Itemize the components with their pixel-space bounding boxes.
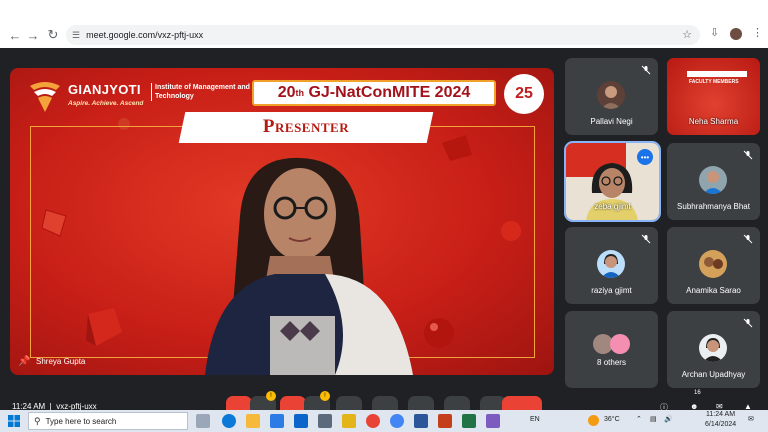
weather-icon[interactable] <box>588 415 599 426</box>
avatar <box>597 250 625 278</box>
menu-dots-icon[interactable]: ⋮ <box>752 26 763 39</box>
participant-tile[interactable]: Archan Upadhyay <box>667 311 760 388</box>
raise-hand-button[interactable] <box>444 396 470 410</box>
participant-name: Subhrahmanya Bhat <box>677 202 750 211</box>
anniversary-badge: 25 <box>504 74 544 114</box>
participant-name: Neha Sharma <box>688 117 739 126</box>
participant-tile[interactable]: Pallavi Negi <box>565 58 658 135</box>
temperature: 36°C <box>604 416 620 423</box>
meet-stage: GIANJYOTI Aspire. Achieve. Ascend Instit… <box>0 48 768 400</box>
browser-toolbar: ← → ↻ ☰ meet.google.com/vxz-pftj-uxx ☆ ⇩… <box>0 22 768 48</box>
institute-name: Institute of Management and Technology <box>151 83 261 101</box>
others-count: 8 others <box>597 358 626 367</box>
conference-ordinal: th <box>295 88 305 98</box>
presenter-label: Presenter <box>262 116 350 137</box>
avatar <box>699 250 727 278</box>
presenter-name: Shreya Gupta <box>36 357 86 366</box>
bookmark-star-icon[interactable]: ☆ <box>682 28 692 41</box>
sticky-notes-icon[interactable] <box>342 414 356 428</box>
file-explorer-icon[interactable] <box>246 414 260 428</box>
alert-badge: ! <box>266 391 276 401</box>
participant-tile[interactable]: Anamika Sarao <box>667 227 760 304</box>
participant-tile[interactable]: raziya gjimt <box>565 227 658 304</box>
more-options-icon[interactable]: ••• <box>637 149 653 165</box>
word-icon[interactable] <box>414 414 428 428</box>
thumbnail-header <box>687 71 747 77</box>
presenter-video <box>205 157 413 375</box>
reload-icon[interactable]: ↻ <box>42 24 64 46</box>
logo-tagline: Aspire. Achieve. Ascend <box>68 100 144 107</box>
powerpoint-icon[interactable] <box>438 414 452 428</box>
store-icon[interactable] <box>270 414 284 428</box>
mic-off-icon <box>743 318 753 328</box>
alert-badge: ! <box>320 391 330 401</box>
clock-time[interactable]: 11:24 AM <box>706 411 735 418</box>
participant-name: raziya gjimt <box>591 286 632 295</box>
profile-avatar[interactable] <box>730 28 742 40</box>
mic-off-icon <box>641 234 651 244</box>
chrome-icon[interactable] <box>366 414 380 428</box>
address-bar[interactable]: ☰ meet.google.com/vxz-pftj-uxx ☆ <box>66 25 700 45</box>
calculator-icon[interactable] <box>318 414 332 428</box>
notification-icon[interactable]: ✉ <box>748 415 754 423</box>
participant-name: Archan Upadhyay <box>681 370 746 379</box>
download-icon[interactable]: ⇩ <box>710 26 719 39</box>
volume-icon[interactable]: 🔊 <box>664 415 673 423</box>
mic-off-icon <box>743 234 753 244</box>
participant-name: Anamika Sarao <box>686 286 741 295</box>
tray-chevron-up-icon[interactable]: ⌃ <box>636 415 642 423</box>
gianjyoti-logo-icon <box>30 82 60 112</box>
search-icon: ⚲ <box>34 415 41 426</box>
participant-name: zeba gjimt <box>594 202 631 211</box>
chrome-active-icon[interactable] <box>390 414 404 428</box>
conference-number: 20 <box>277 84 296 101</box>
windows-taskbar: ⚲ Type here to search EN 36°C ⌃ ▤ 🔊 11:2… <box>0 410 768 432</box>
pin-icon[interactable]: 📌 <box>18 356 30 367</box>
participant-tile[interactable]: Subhrahmanya Bhat <box>667 143 760 220</box>
mail-icon[interactable] <box>294 414 308 428</box>
avatar <box>610 334 630 354</box>
participant-tile-speaking[interactable]: ••• zeba gjimt <box>564 141 661 222</box>
logo-name: GIANJYOTI <box>68 82 141 97</box>
mic-off-icon <box>743 150 753 160</box>
edge-icon[interactable] <box>222 414 236 428</box>
people-count: 16 <box>694 390 701 396</box>
app-icon[interactable] <box>486 414 500 428</box>
leave-call-button[interactable] <box>502 396 542 410</box>
windows-start-icon[interactable] <box>8 415 20 427</box>
mic-toggle-button[interactable] <box>226 396 252 410</box>
search-placeholder: Type here to search <box>45 416 117 426</box>
reactions-button[interactable] <box>372 396 398 410</box>
others-tile[interactable]: 8 others <box>565 311 658 388</box>
camera-toggle-button[interactable] <box>280 396 306 410</box>
main-video-tile[interactable]: GIANJYOTI Aspire. Achieve. Ascend Instit… <box>10 68 554 375</box>
anniversary-number: 25 <box>515 85 533 102</box>
conference-name: GJ-NatConMITE 2024 <box>304 84 471 101</box>
conference-title: 20th GJ-NatConMITE 2024 <box>252 80 496 106</box>
mic-off-icon <box>641 65 651 75</box>
thumbnail-banner: FACULTY MEMBERS <box>689 79 739 85</box>
screen: ← → ↻ ☰ meet.google.com/vxz-pftj-uxx ☆ ⇩… <box>0 0 768 432</box>
task-view-icon[interactable] <box>196 414 210 428</box>
present-button[interactable] <box>408 396 434 410</box>
captions-button[interactable] <box>336 396 362 410</box>
participant-tile[interactable]: FACULTY MEMBERS Neha Sharma <box>667 58 760 135</box>
taskbar-search-box[interactable]: ⚲ Type here to search <box>28 412 188 430</box>
clock-date[interactable]: 6/14/2024 <box>705 421 736 428</box>
avatar <box>699 334 727 362</box>
avatar <box>699 166 727 194</box>
language-indicator[interactable]: EN <box>530 416 540 423</box>
participant-name: Pallavi Negi <box>590 117 633 126</box>
arrow-right-icon[interactable]: → <box>22 24 44 46</box>
excel-icon[interactable] <box>462 414 476 428</box>
avatar <box>597 81 625 109</box>
site-info-icon[interactable]: ☰ <box>72 30 80 41</box>
url-text: meet.google.com/vxz-pftj-uxx <box>86 30 204 40</box>
network-icon[interactable]: ▤ <box>650 415 657 423</box>
